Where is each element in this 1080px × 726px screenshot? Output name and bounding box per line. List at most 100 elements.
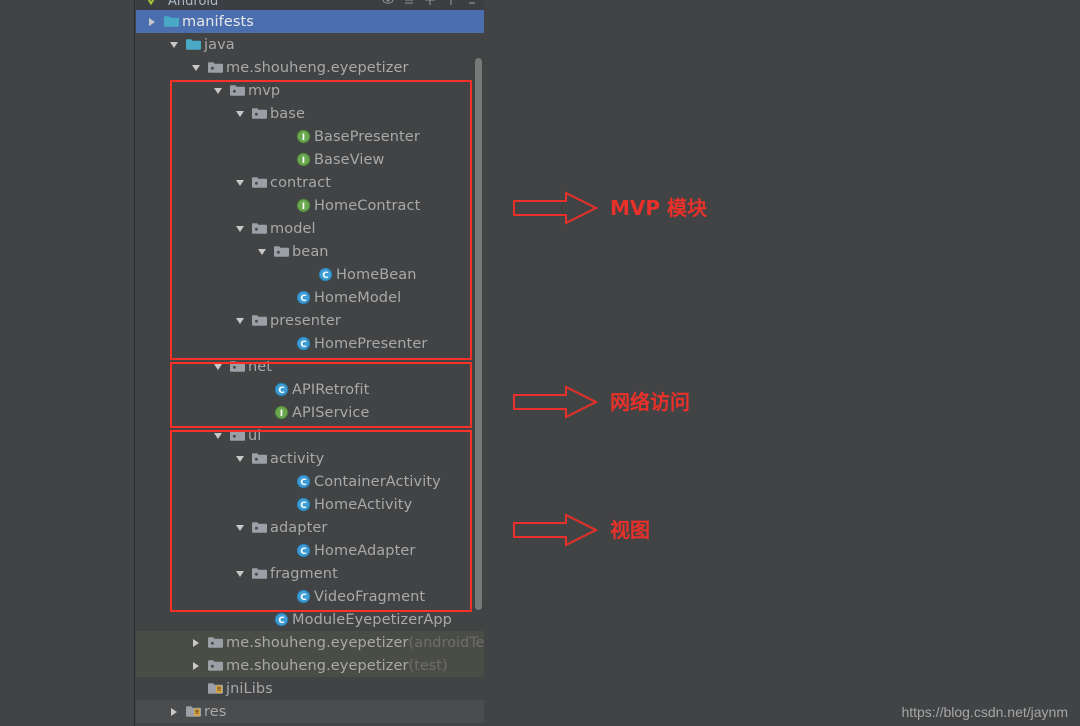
chevron-down-icon[interactable] [210,355,226,378]
tree-row-label: HomeAdapter [314,542,416,559]
svg-text:C: C [300,340,306,350]
tree-row-net[interactable]: net [136,355,484,378]
ide-project-panel: Android manifests java me.shouheng.eyepeti… [0,0,1080,726]
tree-row-label: HomeModel [314,289,402,306]
tree-row-label: presenter [270,312,341,329]
tool-window-toolbar[interactable] [382,0,478,6]
svg-text:C: C [300,593,306,603]
tree-row-ui[interactable]: ui [136,424,484,447]
tree-row-HomeActivity[interactable]: C HomeActivity [136,493,484,516]
tree-row-manifests[interactable]: manifests [136,10,484,33]
tree-row-label: HomePresenter [314,335,428,352]
chevron-down-icon[interactable] [188,56,204,79]
folder-res-icon [182,700,204,723]
tree-row-java[interactable]: java [136,33,484,56]
folder-pkg-icon [204,56,226,79]
eye-icon[interactable] [382,0,394,6]
chevron-down-icon[interactable] [232,562,248,585]
chevron-down-icon[interactable] [232,102,248,125]
android-studio-leaf-icon [147,0,155,6]
svg-text:C: C [300,501,306,511]
annotation-arrow-view-callout [512,512,599,552]
tree-row-HomePresenter[interactable]: C HomePresenter [136,332,484,355]
tree-row-HomeContract[interactable]: I HomeContract [136,194,484,217]
svg-text:C: C [300,294,306,304]
folder-pkg-icon [204,654,226,677]
tree-row-suffix: (test) [408,657,448,674]
tree-row-label: mvp [248,82,281,99]
tree-row-base[interactable]: base [136,102,484,125]
tree-row-pkg-test[interactable]: me.shouheng.eyepetizer (test) [136,654,484,677]
tree-row-pkg-androidtest[interactable]: me.shouheng.eyepetizer (androidTes [136,631,484,654]
chevron-down-icon[interactable] [232,217,248,240]
tree-row-presenter[interactable]: presenter [136,309,484,332]
chevron-down-icon[interactable] [166,33,182,56]
toggle-placeholder [188,677,204,700]
chevron-right-icon[interactable] [188,631,204,654]
tree-row-activity[interactable]: activity [136,447,484,470]
folder-pkg-icon [226,79,248,102]
tree-row-HomeModel[interactable]: C HomeModel [136,286,484,309]
tree-row-HomeAdapter[interactable]: C HomeAdapter [136,539,484,562]
tree-row-ModuleEyepetizerApp[interactable]: C ModuleEyepetizerApp [136,608,484,631]
tree-row-contract[interactable]: contract [136,171,484,194]
interface-icon: I [292,148,314,171]
tree-row-label: APIRetrofit [292,381,370,398]
toggle-placeholder [276,470,292,493]
tree-row-adapter[interactable]: adapter [136,516,484,539]
class-icon: C [292,470,314,493]
tree-row-model[interactable]: model [136,217,484,240]
chevron-right-icon[interactable] [188,654,204,677]
tree-row-jniLibs[interactable]: jniLibs [136,677,484,700]
folder-pkg-icon [204,631,226,654]
tree-row-label: ui [248,427,262,444]
collapse-all-icon[interactable] [403,0,415,6]
vertical-scrollbar-thumb[interactable] [475,58,482,610]
tree-row-label: me.shouheng.eyepetizer [226,59,409,76]
tree-row-pkg-root[interactable]: me.shouheng.eyepetizer [136,56,484,79]
tree-row-BasePresenter[interactable]: I BasePresenter [136,125,484,148]
tree-row-bean[interactable]: bean [136,240,484,263]
chevron-down-icon[interactable] [232,171,248,194]
chevron-down-icon[interactable] [232,447,248,470]
tree-row-res[interactable]: res [136,700,484,723]
tree-row-fragment[interactable]: fragment [136,562,484,585]
annotation-label-view-callout: 视图 [610,518,650,542]
chevron-down-icon[interactable] [210,79,226,102]
svg-text:I: I [279,409,282,419]
tool-window-title: Android [168,0,219,9]
tree-row-label: net [248,358,273,375]
toggle-placeholder [276,585,292,608]
folder-pkg-icon [248,102,270,125]
tree-row-label: res [204,703,227,720]
tree-row-APIService[interactable]: I APIService [136,401,484,424]
tree-row-label: BasePresenter [314,128,420,145]
minimize-icon[interactable] [466,0,478,6]
chevron-right-icon[interactable] [166,700,182,723]
tree-row-label: me.shouheng.eyepetizer [226,634,409,651]
tree-row-ContainerActivity[interactable]: C ContainerActivity [136,470,484,493]
chevron-down-icon[interactable] [232,309,248,332]
tree-row-BaseView[interactable]: I BaseView [136,148,484,171]
tree-row-APIRetrofit[interactable]: C APIRetrofit [136,378,484,401]
chevron-down-icon[interactable] [210,424,226,447]
expand-icon[interactable] [424,0,436,6]
pin-icon[interactable] [445,0,457,6]
annotation-label-net-callout: 网络访问 [610,390,690,414]
toggle-placeholder [276,194,292,217]
toggle-placeholder [276,539,292,562]
panel-divider [134,0,135,726]
tree-row-label: APIService [292,404,370,421]
svg-text:C: C [278,386,284,396]
tree-row-mvp[interactable]: mvp [136,79,484,102]
svg-text:I: I [301,133,304,143]
tree-row-HomeBean[interactable]: C HomeBean [136,263,484,286]
chevron-down-icon[interactable] [232,516,248,539]
chevron-down-icon[interactable] [254,240,270,263]
tree-row-VideoFragment[interactable]: C VideoFragment [136,585,484,608]
watermark: https://blog.csdn.net/jaynm [901,704,1068,720]
folder-pkg-icon [226,355,248,378]
chevron-right-icon[interactable] [144,10,160,33]
project-tree[interactable]: manifests java me.shouheng.eyepetizer mvp ba… [136,10,484,726]
class-icon: C [270,378,292,401]
